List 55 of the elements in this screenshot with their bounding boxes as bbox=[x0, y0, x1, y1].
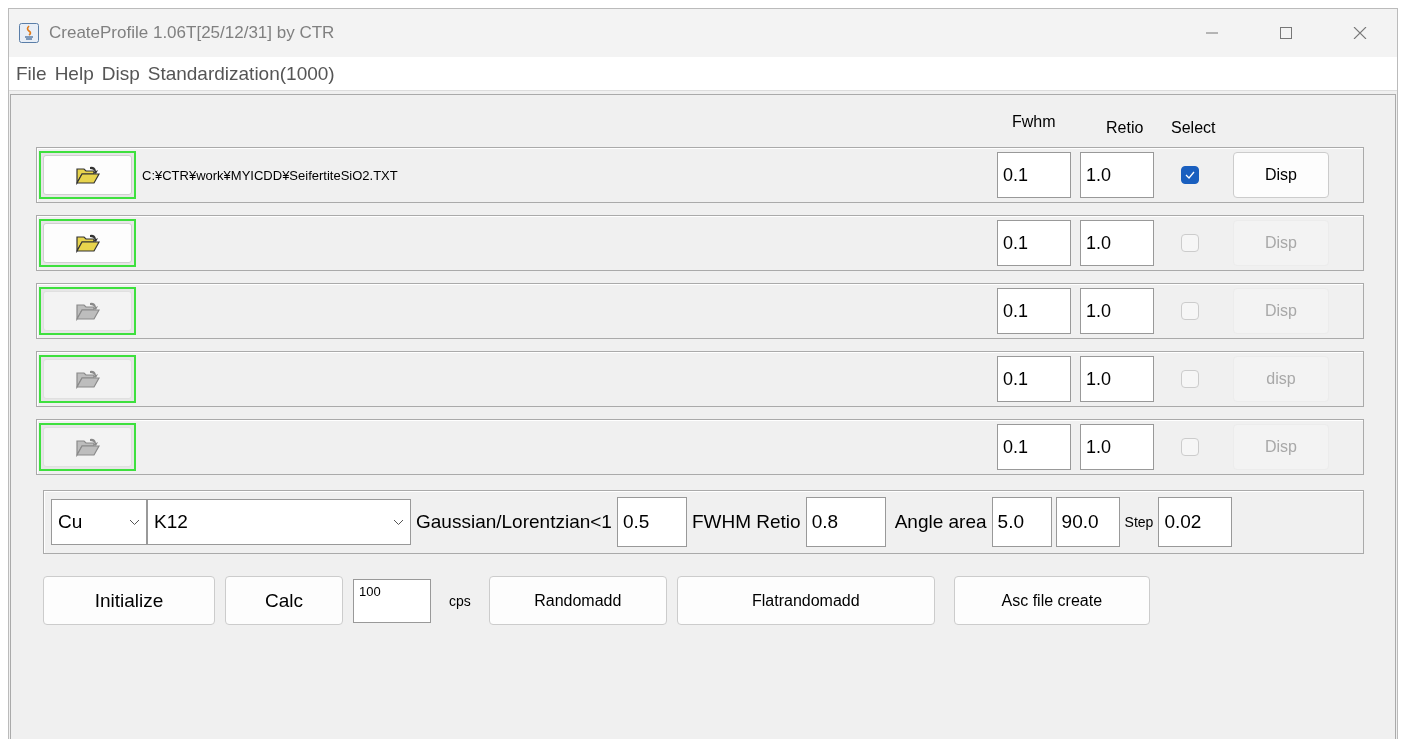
retio-field[interactable]: 1.0 bbox=[1080, 152, 1154, 198]
initialize-button[interactable]: Initialize bbox=[43, 576, 215, 625]
maximize-icon[interactable] bbox=[1279, 27, 1293, 39]
field-label: Gaussian/Lorentzian<1 bbox=[416, 511, 612, 533]
fwhm-field[interactable]: 0.1 bbox=[997, 152, 1071, 198]
file-path: C:¥CTR¥work¥MYICDD¥SeifertiteSiO2.TXT bbox=[142, 167, 399, 183]
open-file-button[interactable] bbox=[39, 423, 136, 471]
open-file-button[interactable] bbox=[39, 355, 136, 403]
menu-item[interactable]: Disp bbox=[97, 62, 144, 85]
column-header: Fwhm bbox=[1012, 113, 1056, 131]
open-file-button[interactable] bbox=[39, 287, 136, 335]
menu-item[interactable]: Help bbox=[50, 62, 98, 85]
target-dropdown[interactable]: Cu bbox=[51, 499, 147, 545]
close-icon[interactable] bbox=[1353, 27, 1367, 39]
retio-field[interactable]: 1.0 bbox=[1080, 356, 1154, 402]
menu-item[interactable]: File bbox=[12, 62, 51, 85]
angle-from-field[interactable]: 5.0 bbox=[991, 497, 1052, 547]
randomadd-button[interactable]: Randomadd bbox=[488, 576, 667, 625]
fwhm-field[interactable]: 0.1 bbox=[997, 424, 1071, 470]
fwhm-field[interactable]: 0.1 bbox=[997, 220, 1071, 266]
open-folder-icon bbox=[75, 301, 100, 321]
window-title: CreateProfile 1.06T[25/12/31] by CTR bbox=[49, 23, 336, 43]
caret-icon bbox=[393, 518, 404, 526]
retio-field[interactable]: 1.0 bbox=[1080, 288, 1154, 334]
column-header: Retio bbox=[1106, 119, 1144, 137]
step-field[interactable]: 0.02 bbox=[1158, 497, 1233, 547]
disp-button[interactable]: Disp bbox=[1233, 152, 1329, 198]
column-header: Select bbox=[1171, 119, 1216, 137]
app-icon bbox=[19, 23, 39, 43]
fwhm-field[interactable]: 0.1 bbox=[997, 288, 1071, 334]
select-checkbox[interactable] bbox=[1181, 166, 1199, 184]
retio-field[interactable]: 1.0 bbox=[1080, 424, 1154, 470]
retio-field[interactable]: 1.0 bbox=[1080, 220, 1154, 266]
asc-file-create-button[interactable]: Asc file create bbox=[953, 576, 1150, 625]
cps-label: cps bbox=[449, 592, 471, 609]
check-icon bbox=[1185, 171, 1195, 179]
caret-icon bbox=[129, 518, 140, 526]
open-folder-icon bbox=[75, 437, 100, 457]
field-label: Step bbox=[1124, 514, 1154, 530]
fwhm-ratio-field[interactable]: 0.8 bbox=[805, 497, 886, 547]
line-dropdown[interactable]: K12 bbox=[147, 499, 411, 545]
menu-item[interactable]: Standardization(1000) bbox=[143, 62, 339, 85]
fwhm-field[interactable]: 0.1 bbox=[997, 356, 1071, 402]
open-file-button[interactable] bbox=[39, 219, 136, 267]
open-folder-icon bbox=[75, 165, 100, 185]
open-folder-icon bbox=[75, 233, 100, 253]
angle-to-field[interactable]: 90.0 bbox=[1055, 497, 1120, 547]
open-file-button[interactable] bbox=[39, 151, 136, 199]
cps-field[interactable]: 100 bbox=[353, 578, 431, 623]
ratio-field[interactable]: 0.5 bbox=[616, 497, 687, 547]
calc-button[interactable]: Calc bbox=[225, 576, 343, 625]
field-label: FWHM Retio bbox=[691, 511, 801, 533]
flatrandomadd-button[interactable]: Flatrandomadd bbox=[676, 576, 935, 625]
open-folder-icon bbox=[75, 369, 100, 389]
field-label: Angle area bbox=[894, 511, 987, 533]
